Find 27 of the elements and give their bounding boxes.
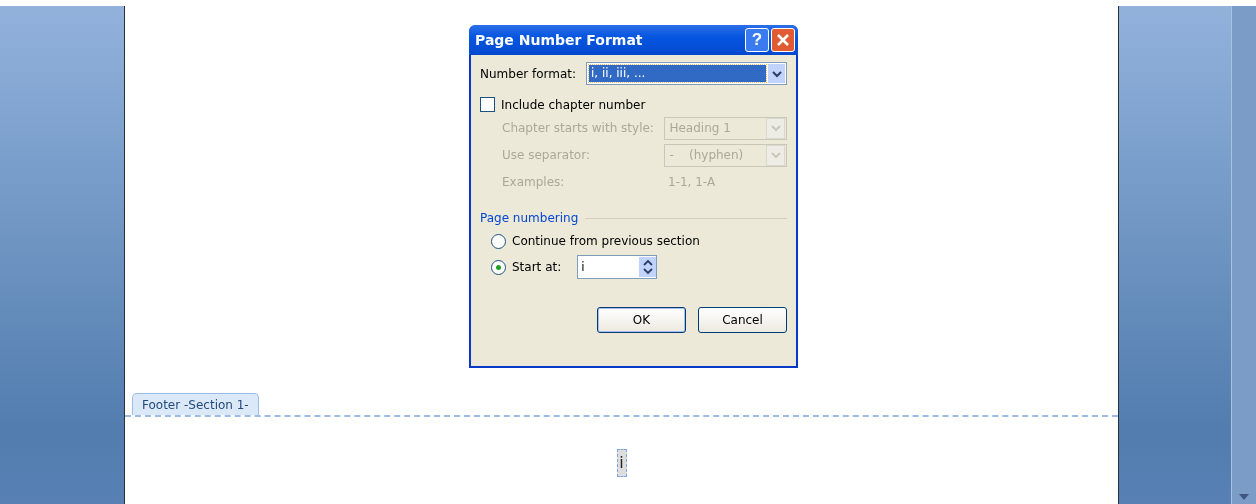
chevron-down-icon xyxy=(771,69,782,78)
scroll-down-icon[interactable] xyxy=(1239,494,1249,500)
field-label: Examples: xyxy=(502,175,566,189)
radio-label: Continue from previous section xyxy=(512,234,700,248)
page-number-field[interactable]: i xyxy=(616,449,627,477)
ok-button[interactable]: OK xyxy=(597,307,686,333)
field-label: Use separator: xyxy=(502,148,591,162)
radio-button[interactable] xyxy=(491,259,506,275)
close-icon xyxy=(776,33,790,47)
close-button[interactable] xyxy=(771,28,795,52)
chevron-down-icon xyxy=(770,124,781,132)
radio-button[interactable] xyxy=(491,233,506,249)
spin-arrows-icon xyxy=(641,259,654,275)
group-title: Page numbering xyxy=(480,211,579,225)
cancel-button[interactable]: Cancel xyxy=(698,307,787,333)
checkbox-label: Include chapter number xyxy=(501,97,646,112)
field-label: Chapter starts with style: xyxy=(502,121,655,135)
example-text: 1-1, 1-A xyxy=(667,175,716,189)
number-format-dropdown[interactable]: i, ii, iii, ... xyxy=(586,62,787,85)
chevron-down-icon xyxy=(770,151,781,159)
field-label: Number format: xyxy=(480,66,578,81)
help-button[interactable]: ? xyxy=(745,28,769,52)
checkbox[interactable] xyxy=(480,97,495,112)
scrollbar[interactable] xyxy=(1231,6,1256,504)
start-at-spinner[interactable]: i xyxy=(577,255,658,279)
dialog-title: Page Number Format xyxy=(475,32,644,48)
radio-label: Start at: xyxy=(512,260,562,274)
